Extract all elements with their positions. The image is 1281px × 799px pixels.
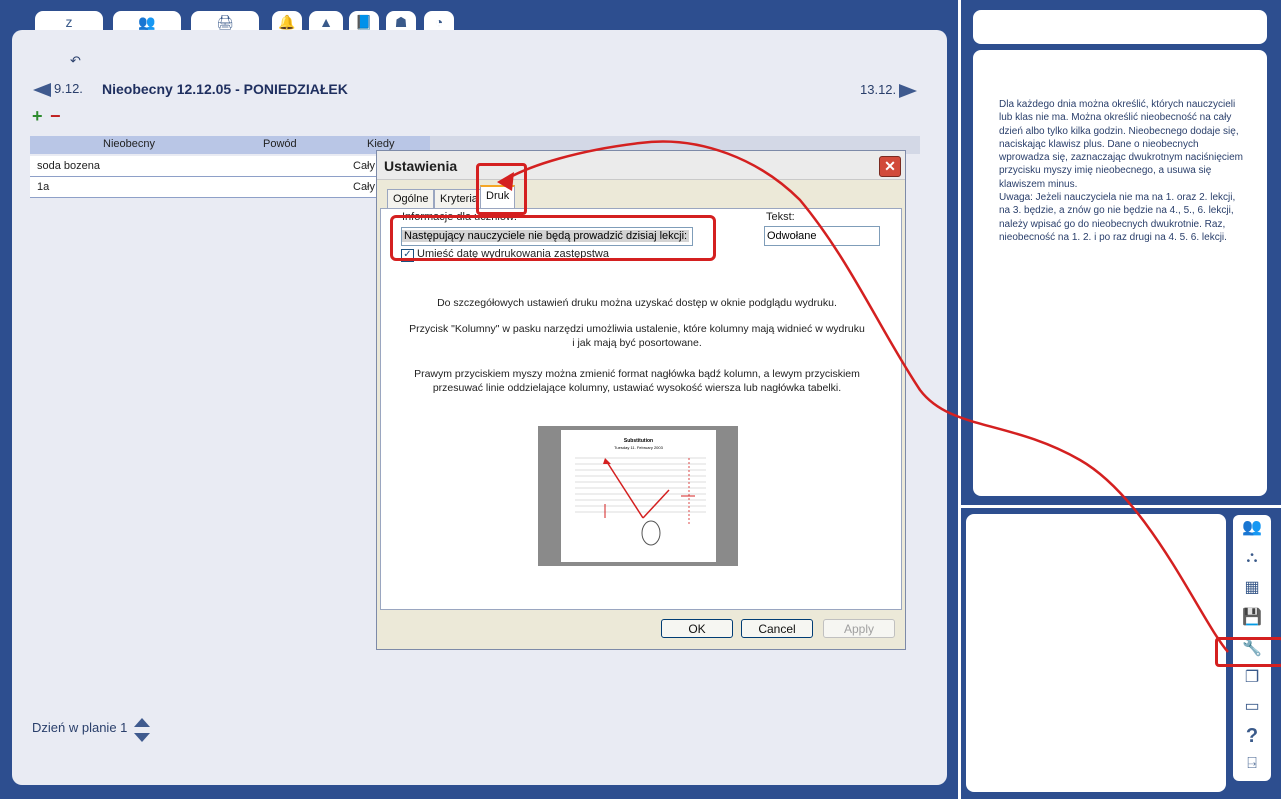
info-paragraph-3: Prawym przyciskiem myszy można zmienić f… bbox=[414, 368, 860, 394]
up-down-spinner-icon[interactable] bbox=[133, 716, 151, 744]
next-day-label: 13.12. bbox=[860, 82, 897, 97]
print-preview-page: Substitution Tuesday 11. February 2003 bbox=[561, 430, 716, 562]
absent-name: 1a bbox=[37, 181, 50, 193]
arrow-right-icon bbox=[899, 83, 918, 98]
undo-icon[interactable]: ↶ bbox=[70, 53, 81, 69]
toolbar-classes-button[interactable]: ⛬ bbox=[1240, 546, 1264, 570]
arrow-left-icon bbox=[33, 82, 51, 97]
annotation-info-field-highlight bbox=[390, 215, 716, 261]
column-header-reason[interactable]: Powód bbox=[263, 138, 297, 150]
dialog-title: Ustawienia bbox=[384, 158, 458, 174]
right-top-panel bbox=[973, 10, 1267, 44]
toolbar-windows-button[interactable]: ❐ bbox=[1240, 666, 1264, 690]
absent-when: Cały bbox=[353, 160, 376, 172]
toolbar-save-button[interactable]: 💾 bbox=[1240, 606, 1264, 630]
remove-absence-icon[interactable]: − bbox=[50, 106, 61, 127]
annotation-settings-button-highlight bbox=[1215, 637, 1281, 667]
info-paragraph-2: Przycisk "Kolumny" w pasku narzędzi umoż… bbox=[409, 323, 865, 349]
help-icon: ? bbox=[1245, 725, 1259, 747]
help-text: Dla każdego dnia można określić, których… bbox=[999, 99, 1243, 243]
ok-button[interactable]: OK bbox=[661, 619, 733, 638]
prev-day-label: 9.12. bbox=[54, 81, 83, 96]
printer-icon: 🖨 bbox=[216, 14, 234, 30]
page-title: Nieobecny 12.12.05 - PONIEDZIAŁEK bbox=[102, 81, 348, 97]
preview-table-graphic bbox=[575, 457, 706, 546]
tekst-field[interactable]: Odwołane bbox=[764, 226, 880, 246]
close-button[interactable]: ✕ bbox=[879, 156, 901, 177]
absent-when: Cały bbox=[353, 181, 376, 193]
sleep-icon: z bbox=[65, 14, 73, 30]
bell-icon: 🔔 bbox=[278, 14, 296, 30]
book-icon: 📘 bbox=[355, 14, 373, 30]
teachers-icon: 👥 bbox=[138, 14, 156, 30]
prev-day-button[interactable]: 9.12. bbox=[33, 81, 83, 97]
dialog-titlebar[interactable]: Ustawienia ✕ bbox=[377, 151, 905, 180]
person-icon: ☗ bbox=[394, 14, 408, 30]
tekst-label: Tekst: bbox=[766, 211, 795, 223]
windows-icon: ❐ bbox=[1244, 669, 1260, 686]
toolbar-help-button[interactable]: ? bbox=[1240, 724, 1264, 748]
day-in-plan-label: Dzień w planie 1 bbox=[32, 720, 128, 735]
classes-icon: ⛬ bbox=[1246, 549, 1258, 566]
table-header: Nieobecny Powód Kiedy bbox=[30, 136, 430, 154]
toolbar-exit-button[interactable]: ⍈ bbox=[1240, 752, 1264, 776]
right-bottom-panel bbox=[966, 514, 1226, 792]
table-icon: ▦ bbox=[1244, 579, 1260, 596]
toolbar-teachers-button[interactable]: 👥 bbox=[1240, 516, 1264, 540]
apply-button[interactable]: Apply bbox=[823, 619, 895, 638]
column-header-absent[interactable]: Nieobecny bbox=[103, 138, 155, 150]
add-absence-icon[interactable]: + bbox=[32, 106, 43, 127]
horizontal-divider bbox=[961, 505, 1281, 508]
column-header-when[interactable]: Kiedy bbox=[367, 138, 395, 150]
save-icon: 💾 bbox=[1242, 609, 1262, 626]
vertical-divider bbox=[958, 0, 961, 799]
info-paragraph-1: Do szczegółowych ustawień druku można uz… bbox=[437, 297, 837, 309]
clock-icon: ◔ bbox=[434, 14, 444, 30]
window-icon: ▭ bbox=[1244, 698, 1260, 715]
teachers-icon: 👥 bbox=[1242, 519, 1262, 536]
next-day-button[interactable]: 13.12. bbox=[860, 82, 918, 98]
desk-icon: ▲ bbox=[319, 14, 333, 30]
toolbar-window-button[interactable]: ▭ bbox=[1240, 695, 1264, 719]
table-row[interactable]: 1a Cały bbox=[30, 177, 380, 198]
absent-name: soda bozena bbox=[37, 160, 100, 172]
exit-icon: ⍈ bbox=[1247, 755, 1257, 772]
close-icon: ✕ bbox=[884, 158, 896, 174]
toolbar-table-button[interactable]: ▦ bbox=[1240, 576, 1264, 600]
annotation-druk-tab-highlight bbox=[476, 163, 527, 215]
tab-general[interactable]: Ogólne bbox=[387, 189, 435, 208]
cancel-button[interactable]: Cancel bbox=[741, 619, 813, 638]
table-row[interactable]: soda bozena Cały bbox=[30, 156, 380, 177]
